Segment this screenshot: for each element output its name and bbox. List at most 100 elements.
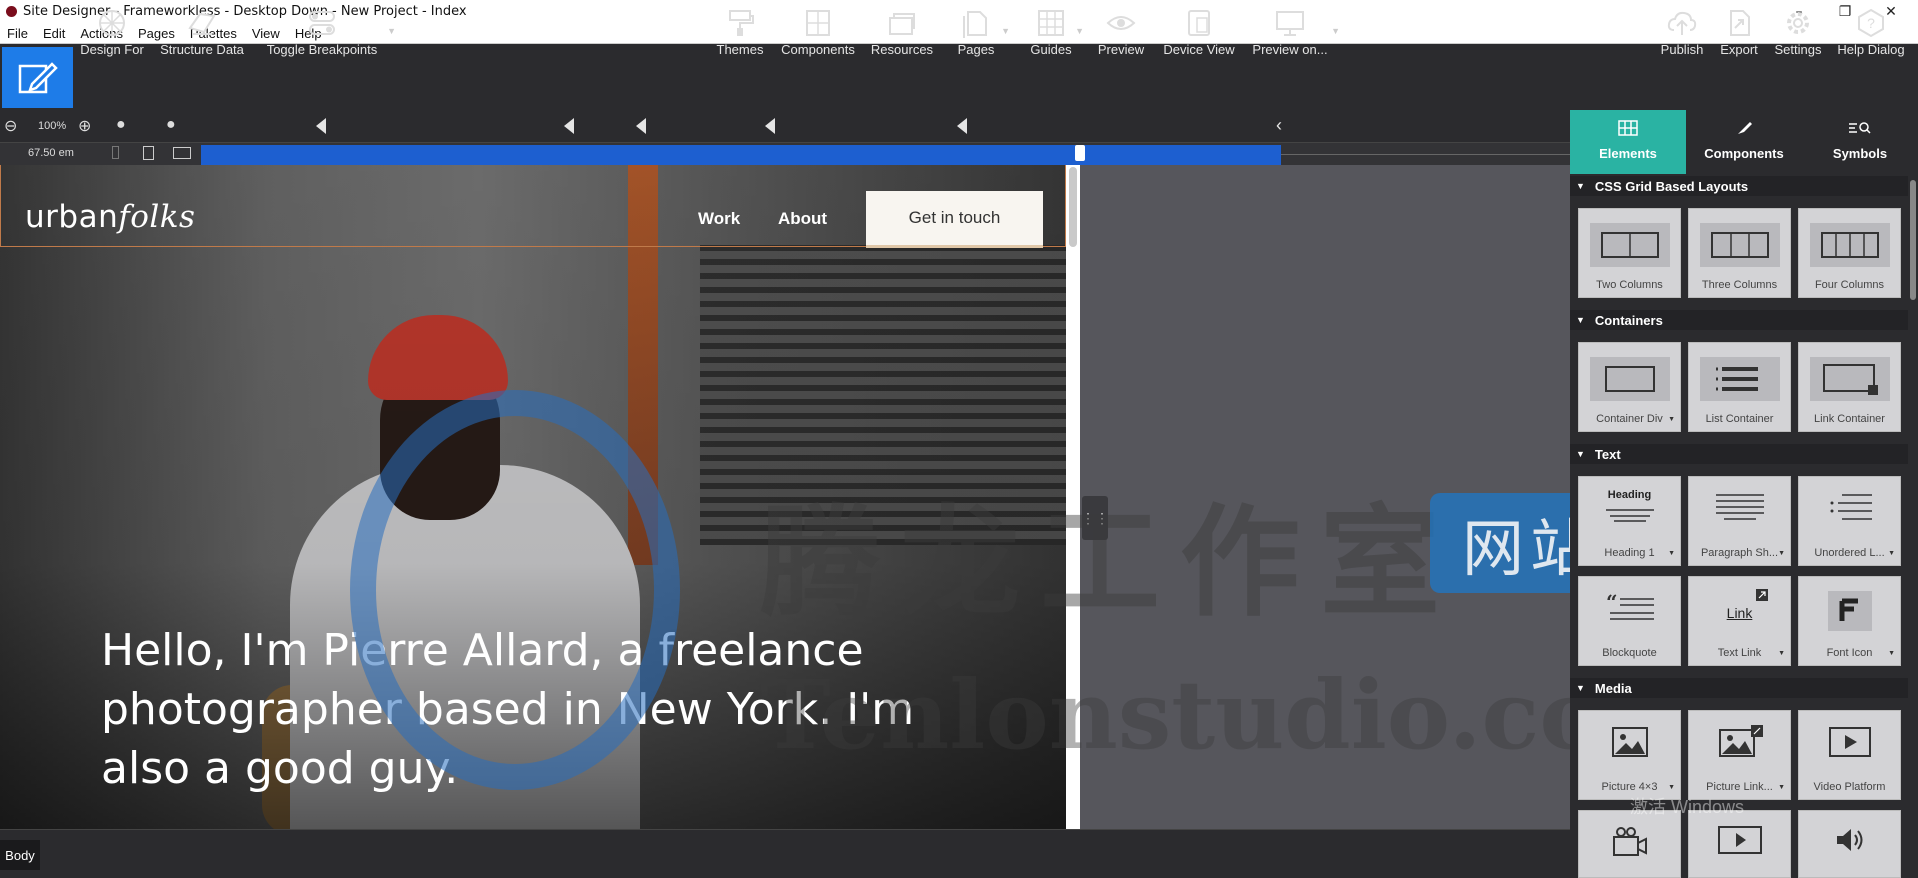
paragraph-icon (1715, 494, 1764, 520)
tile-video[interactable] (1688, 810, 1791, 878)
tile-container-div[interactable]: Container Div ▼ (1578, 342, 1681, 432)
tile-heading[interactable]: Heading Heading 1 ▼ (1578, 476, 1681, 566)
breakpoint-marker[interactable] (957, 118, 967, 134)
breakpoint-marker[interactable] (564, 118, 574, 134)
watermark-logo (350, 390, 680, 790)
search-list-icon (1849, 122, 1871, 134)
section-text[interactable]: ▼ Text (1570, 444, 1910, 464)
width-ruler: 67.50 em (0, 143, 1570, 165)
themes-button[interactable]: Themes (716, 0, 764, 66)
breakpoint-marker[interactable] (636, 118, 646, 134)
section-containers[interactable]: ▼ Containers (1570, 310, 1910, 330)
panel-scrollbar[interactable] (1908, 176, 1918, 878)
width-slider-handle[interactable] (1075, 145, 1085, 161)
design-mode-button[interactable] (2, 47, 73, 108)
export-button[interactable]: Export (1718, 0, 1760, 66)
device-view-icon (1188, 10, 1210, 36)
tile-camera[interactable] (1578, 810, 1681, 878)
chevron-down-icon[interactable]: ▼ (387, 26, 396, 36)
preview-icon (1106, 16, 1136, 30)
nav-link-about[interactable]: About (778, 209, 827, 229)
tile-unordered-list[interactable]: Unordered L... ▼ (1798, 476, 1901, 566)
picture-icon (1611, 727, 1648, 757)
preview-on-icon (1276, 11, 1304, 36)
get-in-touch-button[interactable]: Get in touch (866, 191, 1043, 248)
toggle-breakpoints-icon (309, 11, 335, 35)
resources-button[interactable]: Resources (870, 0, 934, 66)
settings-button[interactable]: Settings (1770, 0, 1826, 66)
section-css-grid[interactable]: ▼ CSS Grid Based Layouts (1570, 176, 1910, 196)
breakpoint-marker[interactable] (765, 118, 775, 134)
tile-picture-link[interactable]: Picture Link... ▼ (1688, 710, 1791, 800)
components-icon (806, 10, 830, 36)
preview-on-button[interactable]: Preview on... ▼ (1252, 0, 1340, 66)
brush-icon (1738, 122, 1752, 134)
structure-data-button[interactable]: Structure Data (160, 0, 244, 66)
publish-button[interactable]: Publish (1656, 0, 1708, 66)
chevron-down-icon[interactable]: ▼ (1001, 26, 1010, 36)
nav-link-work[interactable]: Work (698, 209, 740, 229)
guides-button[interactable]: Guides ▼ (1030, 0, 1084, 66)
menu-edit[interactable]: Edit (36, 26, 73, 41)
phone-icon[interactable] (112, 146, 119, 159)
tablet-icon[interactable] (143, 146, 154, 160)
tab-symbols[interactable]: Symbols (1802, 110, 1918, 174)
publish-icon (1667, 11, 1697, 35)
heading-icon (1605, 509, 1654, 522)
tile-paragraph[interactable]: Paragraph Sh... ▼ (1688, 476, 1791, 566)
tile-text-link[interactable]: Link Text Link ▼ (1688, 576, 1791, 666)
remove-breakpoint-icon[interactable]: ● (116, 116, 126, 134)
current-width-bar (201, 145, 1281, 165)
breakpoint-marker[interactable] (316, 118, 326, 134)
pages-button[interactable]: Pages ▼ (954, 0, 1010, 66)
tile-four-columns[interactable]: Four Columns (1798, 208, 1901, 298)
tile-link-container[interactable]: Link Container (1798, 342, 1901, 432)
camera-icon (1612, 827, 1647, 856)
tile-two-columns[interactable]: Two Columns (1578, 208, 1681, 298)
tile-three-columns[interactable]: Three Columns (1688, 208, 1791, 298)
tab-elements[interactable]: Elements (1570, 110, 1686, 174)
tile-audio[interactable] (1798, 810, 1901, 878)
zoom-in-icon[interactable]: ⊕ (78, 116, 91, 136)
tile-picture[interactable]: Picture 4×3 ▼ (1578, 710, 1681, 800)
page-header[interactable]: urbanfolks Work About Get in touch (0, 165, 1066, 248)
export-icon (1730, 10, 1750, 36)
help-dialog-icon: ? (1858, 8, 1884, 38)
design-for-button[interactable]: Design For (80, 0, 144, 66)
add-breakpoint-icon[interactable]: ● (166, 116, 176, 134)
external-link-icon (1755, 589, 1768, 601)
breakpoint-bar: ⊖ 100% ⊕ ● ● ‹ (0, 110, 1570, 143)
section-media[interactable]: ▼ Media (1570, 678, 1910, 698)
pencil-icon (18, 61, 58, 93)
tile-video-platform[interactable]: Video Platform (1798, 710, 1901, 800)
container-div-icon (1589, 357, 1670, 401)
chevron-left-icon[interactable]: ‹ (1276, 115, 1282, 136)
two-columns-icon (1589, 223, 1670, 267)
tile-font-icon[interactable]: Font Icon ▼ (1798, 576, 1901, 666)
three-columns-icon (1699, 223, 1780, 267)
device-view-button[interactable]: Device View (1162, 0, 1236, 66)
toggle-breakpoints-button[interactable]: Toggle Breakpoints ▼ (266, 0, 396, 66)
components-button[interactable]: Components (780, 0, 856, 66)
blockquote-icon: “ (1606, 591, 1654, 620)
preview-button[interactable]: Preview (1096, 0, 1146, 66)
desktop-icon[interactable] (173, 147, 191, 159)
breadcrumb-body[interactable]: Body (0, 840, 40, 870)
svg-text:?: ? (1867, 15, 1875, 31)
settings-icon (1787, 12, 1809, 34)
zoom-out-icon[interactable]: ⊖ (4, 116, 17, 136)
help-dialog-button[interactable]: ? Help Dialog (1836, 0, 1906, 66)
page-width-readout: 67.50 em (28, 147, 74, 159)
pages-icon (963, 11, 987, 38)
watermark-text: 腾龙工作室 (760, 492, 1460, 633)
tab-components[interactable]: Components (1686, 110, 1802, 174)
tile-list-container[interactable]: List Container (1688, 342, 1791, 432)
chevron-down-icon[interactable]: ▼ (1075, 26, 1084, 36)
chevron-down-icon[interactable]: ▼ (1331, 26, 1340, 36)
video-player-icon (1717, 826, 1762, 854)
site-logo[interactable]: urbanfolks (25, 199, 195, 235)
tile-blockquote[interactable]: “ Blockquote (1578, 576, 1681, 666)
speaker-icon (1836, 829, 1862, 851)
statusbar: Body (0, 829, 1570, 878)
menu-file[interactable]: File (0, 26, 36, 41)
